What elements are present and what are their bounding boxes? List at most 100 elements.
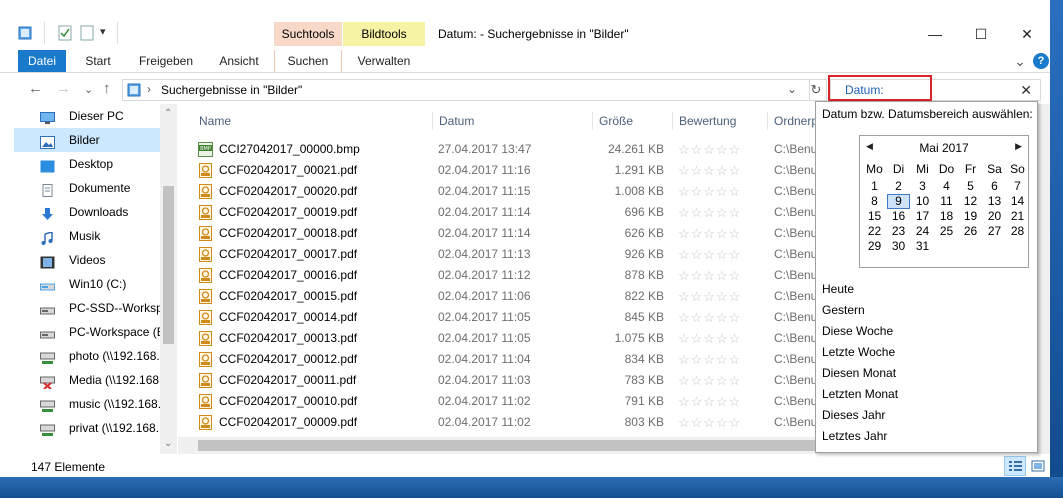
breadcrumb-path[interactable]: Suchergebnisse in "Bilder" <box>161 83 302 97</box>
calendar-month-label[interactable]: Mai 2017 <box>860 141 1028 155</box>
scroll-up-icon[interactable]: ⌃ <box>164 108 172 119</box>
table-row[interactable]: CCF02042017_00017.pdf 02.04.2017 11:13 926… <box>190 244 830 265</box>
sidebar-item-pc-workspace-e[interactable]: PC-Workspace (E:) <box>14 320 160 344</box>
file-rating[interactable]: ☆☆☆☆☆ <box>678 223 741 244</box>
calendar-day[interactable]: 24 <box>911 224 934 239</box>
date-preset-diese-woche[interactable]: Diese Woche <box>822 322 893 340</box>
close-button[interactable]: ✕ <box>1004 22 1050 46</box>
calendar-day[interactable]: 31 <box>911 239 934 254</box>
table-row[interactable]: CCF02042017_00014.pdf 02.04.2017 11:05 845… <box>190 307 830 328</box>
sidebar-item-downloads[interactable]: Downloads <box>14 200 160 224</box>
table-row[interactable]: CCF02042017_00009.pdf 02.04.2017 11:02 803… <box>190 412 830 433</box>
calendar-day[interactable]: 6 <box>983 179 1006 194</box>
explorer-folder-icon[interactable] <box>18 25 32 41</box>
table-row[interactable]: CCF02042017_00015.pdf 02.04.2017 11:06 822… <box>190 286 830 307</box>
expand-ribbon-icon[interactable]: ⌄ <box>1012 50 1028 72</box>
column-header-rating[interactable]: Bewertung <box>672 112 767 130</box>
maximize-button[interactable]: ☐ <box>958 22 1004 46</box>
date-preset-letztes-jahr[interactable]: Letztes Jahr <box>822 427 887 445</box>
tab-ansicht[interactable]: Ansicht <box>210 50 268 72</box>
tab-start[interactable]: Start <box>74 50 122 72</box>
calendar-day[interactable]: 16 <box>887 209 910 224</box>
file-rating[interactable]: ☆☆☆☆☆ <box>678 244 741 265</box>
refresh-button[interactable]: ↻ <box>806 79 827 101</box>
file-rating[interactable]: ☆☆☆☆☆ <box>678 412 741 433</box>
calendar-day[interactable]: 11 <box>935 194 958 209</box>
file-rating[interactable]: ☆☆☆☆☆ <box>678 139 741 160</box>
calendar-day-selected[interactable]: 9 <box>887 194 910 209</box>
calendar-day[interactable]: 23 <box>887 224 910 239</box>
sidebar-item-musik[interactable]: Musik <box>14 224 160 248</box>
calendar-day[interactable]: 12 <box>959 194 982 209</box>
qat-dropdown-icon[interactable]: ▾ <box>100 25 106 38</box>
column-header-size[interactable]: Größe <box>592 112 671 130</box>
calendar-day[interactable]: 1 <box>863 179 886 194</box>
file-rating[interactable]: ☆☆☆☆☆ <box>678 391 741 412</box>
calendar-day[interactable]: 30 <box>887 239 910 254</box>
file-rating[interactable]: ☆☆☆☆☆ <box>678 307 741 328</box>
new-folder-icon[interactable] <box>80 25 94 41</box>
date-preset-dieses-jahr[interactable]: Dieses Jahr <box>822 406 885 424</box>
sidebar-item-bilder[interactable]: Bilder <box>14 128 160 152</box>
calendar-day[interactable]: 29 <box>863 239 886 254</box>
calendar-day[interactable]: 7 <box>1006 179 1029 194</box>
sidebar-item-music-192-168[interactable]: music (\\192.168. <box>14 392 160 416</box>
column-header-folder-path[interactable]: Ordnerp <box>767 112 822 130</box>
sidebar-item-pc-ssd-workspace[interactable]: PC-SSD--Workspace <box>14 296 160 320</box>
tab-suchen[interactable]: Suchen <box>274 50 342 72</box>
up-button[interactable]: ↑ <box>103 80 111 97</box>
table-row[interactable]: CCF02042017_00016.pdf 02.04.2017 11:12 878… <box>190 265 830 286</box>
table-row[interactable]: CCF02042017_00019.pdf 02.04.2017 11:14 696… <box>190 202 830 223</box>
calendar-day[interactable]: 19 <box>959 209 982 224</box>
table-row[interactable]: CCF02042017_00018.pdf 02.04.2017 11:14 626… <box>190 223 830 244</box>
date-preset-diesen-monat[interactable]: Diesen Monat <box>822 364 896 382</box>
tab-datei[interactable]: Datei <box>18 50 66 72</box>
file-rating[interactable]: ☆☆☆☆☆ <box>678 160 741 181</box>
navigation-scrollbar-thumb[interactable] <box>163 186 174 344</box>
date-preset-letzten-monat[interactable]: Letzten Monat <box>822 385 898 403</box>
column-header-date[interactable]: Datum <box>432 112 591 130</box>
date-preset-gestern[interactable]: Gestern <box>822 301 865 319</box>
table-row[interactable]: CCF02042017_00010.pdf 02.04.2017 11:02 791… <box>190 391 830 412</box>
sidebar-item-videos[interactable]: Videos <box>14 248 160 272</box>
table-row[interactable]: CCF02042017_00021.pdf 02.04.2017 11:16 1.2… <box>190 160 830 181</box>
table-row[interactable]: CCF02042017_00020.pdf 02.04.2017 11:15 1.0… <box>190 181 830 202</box>
calendar-day[interactable]: 27 <box>983 224 1006 239</box>
sidebar-item-desktop[interactable]: Desktop <box>14 152 160 176</box>
calendar-day[interactable]: 15 <box>863 209 886 224</box>
calendar-day[interactable]: 13 <box>983 194 1006 209</box>
file-rating[interactable]: ☆☆☆☆☆ <box>678 286 741 307</box>
calendar-day[interactable]: 10 <box>911 194 934 209</box>
sidebar-item-media-192-168[interactable]: Media (\\192.168. <box>14 368 160 392</box>
help-icon[interactable]: ? <box>1033 53 1049 69</box>
forward-button[interactable]: → <box>56 80 71 97</box>
address-dropdown-icon[interactable]: ⌄ <box>787 82 797 96</box>
sidebar-item-photo-192-168[interactable]: photo (\\192.168. <box>14 344 160 368</box>
sidebar-item-privat-192-168[interactable]: privat (\\192.168. <box>14 416 160 440</box>
next-month-icon[interactable]: ▶ <box>1015 141 1022 152</box>
date-preset-letzte-woche[interactable]: Letzte Woche <box>822 343 895 361</box>
table-row[interactable]: CCF02042017_00012.pdf 02.04.2017 11:04 834… <box>190 349 830 370</box>
tab-verwalten[interactable]: Verwalten <box>343 50 425 72</box>
calendar-day[interactable]: 18 <box>935 209 958 224</box>
address-bar[interactable]: › Suchergebnisse in "Bilder" ⌄ <box>122 79 810 101</box>
table-row[interactable]: BMP CCI27042017_00000.bmp 27.04.2017 13:47… <box>190 139 830 160</box>
file-rating[interactable]: ☆☆☆☆☆ <box>678 328 741 349</box>
file-rating[interactable]: ☆☆☆☆☆ <box>678 265 741 286</box>
date-preset-heute[interactable]: Heute <box>822 280 854 298</box>
calendar-day[interactable]: 5 <box>959 179 982 194</box>
file-rating[interactable]: ☆☆☆☆☆ <box>678 349 741 370</box>
tab-freigeben[interactable]: Freigeben <box>132 50 200 72</box>
horizontal-scrollbar-thumb[interactable] <box>198 440 818 451</box>
scroll-down-icon[interactable]: ⌄ <box>164 438 172 449</box>
calendar-day[interactable]: 28 <box>1006 224 1029 239</box>
calendar-day[interactable]: 22 <box>863 224 886 239</box>
calendar-day[interactable]: 3 <box>911 179 934 194</box>
calendar-day[interactable]: 20 <box>983 209 1006 224</box>
table-row[interactable]: CCF02042017_00011.pdf 02.04.2017 11:03 783… <box>190 370 830 391</box>
calendar-day[interactable]: 17 <box>911 209 934 224</box>
large-icons-view-button[interactable] <box>1027 456 1049 476</box>
details-view-button[interactable] <box>1004 456 1026 476</box>
recent-locations-button[interactable]: ⌄ <box>84 83 93 96</box>
back-button[interactable]: ← <box>28 80 43 97</box>
